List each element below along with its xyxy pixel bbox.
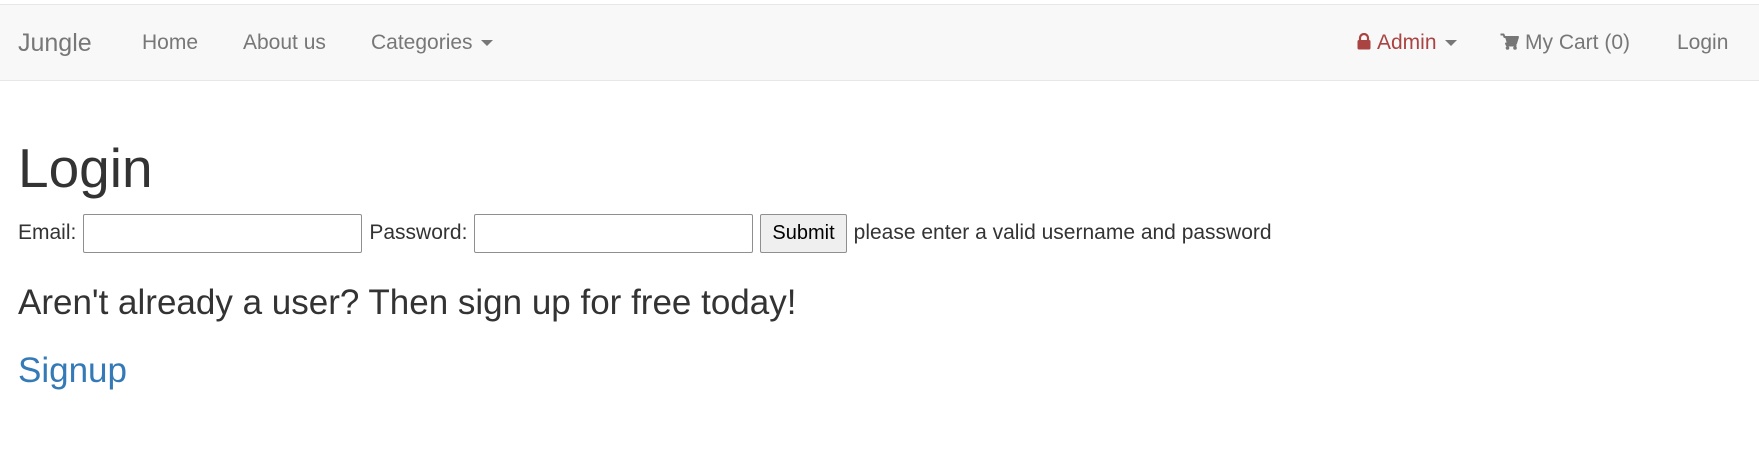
- submit-button[interactable]: Submit: [760, 213, 847, 253]
- categories-label: Categories: [371, 31, 473, 54]
- nav-about-us[interactable]: About us: [243, 5, 326, 81]
- nav-home[interactable]: Home: [142, 5, 198, 81]
- signup-link[interactable]: Signup: [18, 348, 127, 394]
- nav-login[interactable]: Login: [1677, 5, 1728, 81]
- email-field[interactable]: [83, 213, 363, 253]
- signup-prompt: Aren't already a user? Then sign up for …: [18, 283, 797, 322]
- brand-link[interactable]: Jungle: [18, 5, 92, 81]
- categories-dropdown[interactable]: Categories: [371, 5, 493, 81]
- shopping-cart-icon: [1500, 6, 1519, 82]
- my-cart-link[interactable]: My Cart (0): [1500, 5, 1630, 81]
- navbar: Jungle Home About us Categories Admin My…: [0, 4, 1759, 81]
- login-form: Email: Password: Submit please enter a v…: [18, 213, 1272, 253]
- lock-icon: [1357, 6, 1371, 82]
- password-field[interactable]: [474, 213, 754, 253]
- admin-dropdown[interactable]: Admin: [1357, 5, 1457, 81]
- error-message: please enter a valid username and passwo…: [853, 221, 1272, 244]
- caret-down-icon: [480, 40, 493, 47]
- password-label: Password:: [369, 221, 468, 244]
- caret-down-icon: [1444, 40, 1457, 47]
- page-title: Login: [18, 137, 153, 199]
- my-cart-label: My Cart (0): [1525, 31, 1630, 54]
- admin-label: Admin: [1377, 31, 1437, 54]
- email-label: Email:: [18, 221, 77, 244]
